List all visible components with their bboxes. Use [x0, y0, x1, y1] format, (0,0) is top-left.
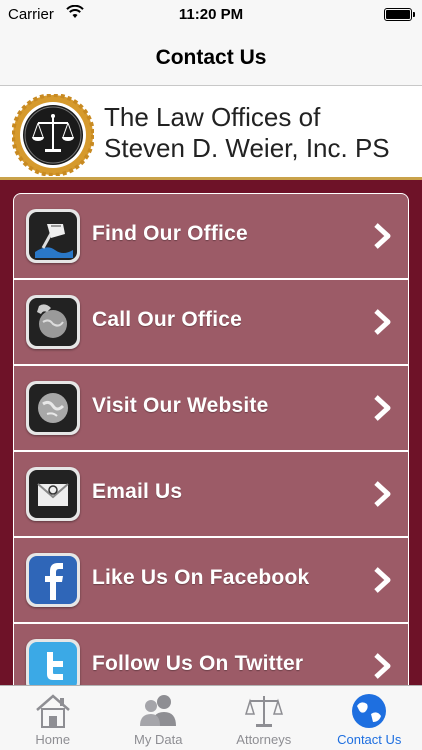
- firm-name-line-1: The Law Offices of: [104, 102, 321, 132]
- contact-menu-area: Find Our Office Call Our Office Visit Ou…: [0, 180, 422, 685]
- find-our-office-row[interactable]: Find Our Office: [14, 194, 408, 278]
- tab-home[interactable]: Home: [0, 686, 106, 750]
- firm-header: The Law Offices of Steven D. Weier, Inc.…: [0, 86, 422, 180]
- clock: 11:20 PM: [178, 6, 244, 23]
- follow-us-on-twitter-label: Follow Us On Twitter: [92, 652, 304, 675]
- visit-our-website-label: Visit Our Website: [92, 394, 269, 417]
- map-pin-icon: [26, 209, 80, 263]
- follow-us-on-twitter-row[interactable]: Follow Us On Twitter: [14, 624, 408, 685]
- scales-of-justice-seal-icon: [12, 94, 94, 176]
- like-us-on-facebook-row[interactable]: Like Us On Facebook: [14, 538, 408, 622]
- tab-contact-us-label: Contact Us: [337, 732, 402, 747]
- find-our-office-label: Find Our Office: [92, 222, 248, 245]
- chevron-right-icon: [374, 481, 391, 507]
- email-us-label: Email Us: [92, 480, 183, 503]
- phone-globe-icon: [26, 295, 80, 349]
- chevron-right-icon: [374, 395, 391, 421]
- facebook-icon: [26, 553, 80, 607]
- globe-icon: [352, 694, 387, 728]
- tab-my-data[interactable]: My Data: [106, 686, 212, 750]
- firm-name-line-2: Steven D. Weier, Inc. PS: [104, 133, 390, 163]
- globe-icon: [26, 381, 80, 435]
- like-us-on-facebook-label: Like Us On Facebook: [92, 566, 310, 589]
- chevron-right-icon: [374, 653, 391, 679]
- call-our-office-row[interactable]: Call Our Office: [14, 280, 408, 364]
- scales-icon: [244, 696, 283, 727]
- page-title: Contact Us: [155, 45, 267, 69]
- people-icon: [140, 695, 177, 726]
- visit-our-website-row[interactable]: Visit Our Website: [14, 366, 408, 450]
- contact-menu: Find Our Office Call Our Office Visit Ou…: [13, 193, 409, 685]
- email-us-row[interactable]: Email Us: [14, 452, 408, 536]
- twitter-icon: [26, 639, 80, 685]
- chevron-right-icon: [374, 567, 391, 593]
- battery-icon: [384, 8, 415, 21]
- tab-contact-us[interactable]: Contact Us: [317, 686, 422, 750]
- house-icon: [35, 694, 70, 728]
- firm-name: The Law Offices of Steven D. Weier, Inc.…: [104, 102, 414, 164]
- tab-my-data-label: My Data: [134, 732, 183, 747]
- tab-attorneys-label: Attorneys: [236, 732, 292, 747]
- tab-home-label: Home: [35, 732, 71, 747]
- navigation-bar: Contact Us: [0, 30, 422, 86]
- chevron-right-icon: [374, 223, 391, 249]
- call-our-office-label: Call Our Office: [92, 308, 243, 331]
- status-bar: Carrier 11:20 PM: [0, 0, 422, 30]
- chevron-right-icon: [374, 309, 391, 335]
- email-icon: [26, 467, 80, 521]
- tab-attorneys[interactable]: Attorneys: [211, 686, 317, 750]
- tab-bar: Home My Data Attorneys Contact Us: [0, 685, 422, 750]
